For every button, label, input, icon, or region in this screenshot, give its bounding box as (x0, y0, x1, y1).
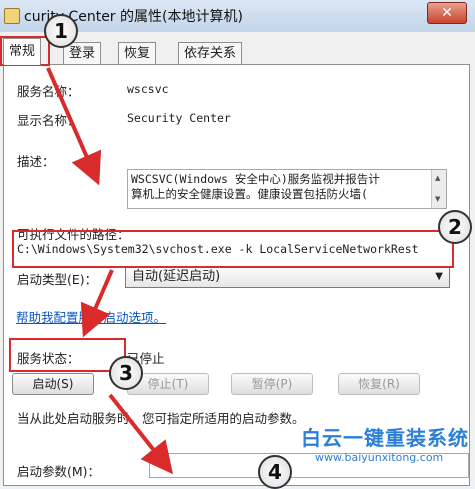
arrow-2-to-3 (80, 269, 114, 338)
watermark-title: 白云一键重装系统 (301, 426, 469, 450)
step-marker-1: 1 (44, 14, 78, 48)
watermark-url: www.baiyunxitong.com (315, 451, 444, 464)
step-marker-2: 2 (438, 210, 472, 244)
step-marker-3: 3 (109, 356, 143, 390)
arrow-3-to-4 (108, 393, 173, 475)
arrow-1-to-2 (46, 67, 102, 186)
watermark: 白云一键重装系统 www.baiyunxitong.com (301, 422, 469, 464)
step-marker-4: 4 (258, 455, 292, 489)
tab-general[interactable]: 常规 (3, 38, 42, 65)
annotation-arrows (46, 67, 173, 475)
